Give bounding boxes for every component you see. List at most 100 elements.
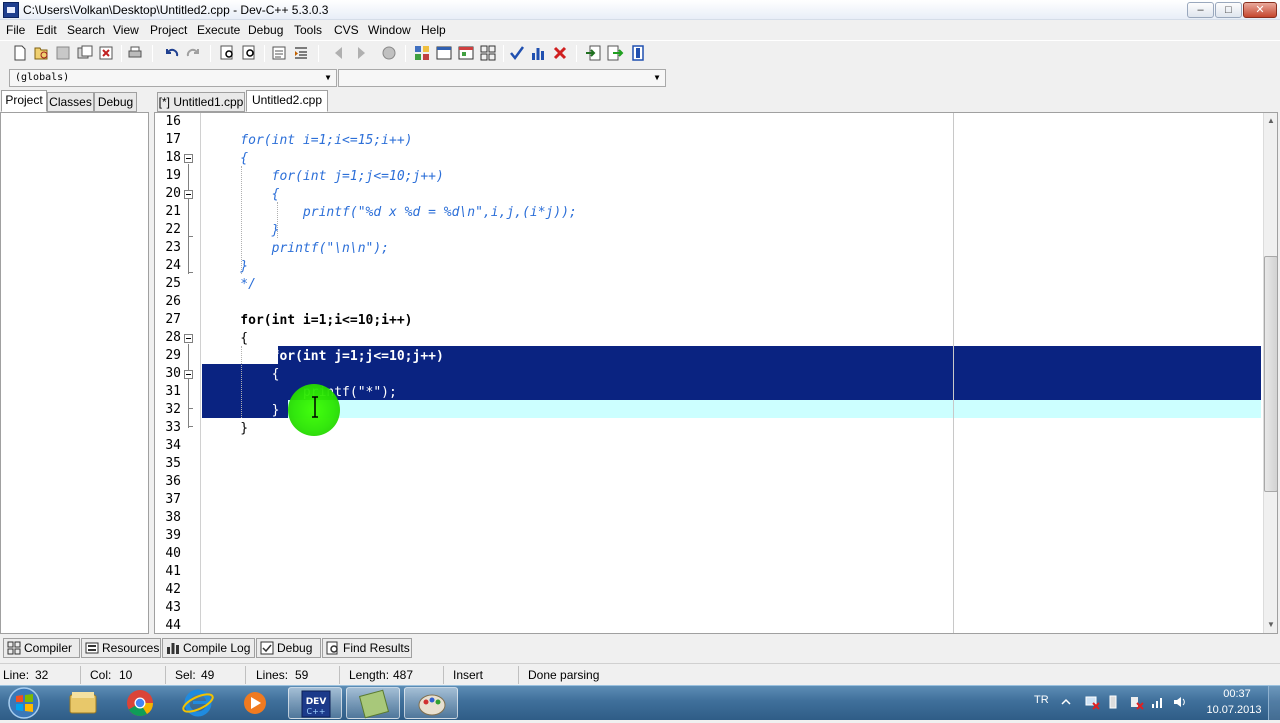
indent-icon[interactable] bbox=[292, 44, 310, 62]
code-editor[interactable]: 16 17 18 19 20 21 22 23 24 25 26 27 28 29 30 31 32 33 34 35… bbox=[154, 112, 1278, 634]
menu-cvs[interactable]: CVS bbox=[334, 23, 359, 37]
replace-icon[interactable] bbox=[241, 44, 259, 62]
compiler-grid-icon bbox=[7, 641, 21, 655]
forward-icon[interactable] bbox=[352, 44, 370, 62]
tab-project[interactable]: Project bbox=[1, 90, 47, 112]
window-title: C:\Users\Volkan\Desktop\Untitled2.cpp - … bbox=[23, 3, 329, 17]
clock-time[interactable]: 00:37 bbox=[1214, 688, 1260, 700]
goto-icon[interactable] bbox=[270, 44, 288, 62]
save-all-icon[interactable] bbox=[76, 44, 94, 62]
line-number: 33 bbox=[165, 420, 181, 435]
undo-icon[interactable] bbox=[163, 44, 181, 62]
redo-icon[interactable] bbox=[184, 44, 202, 62]
menu-tools[interactable]: Tools bbox=[294, 23, 322, 37]
tab-compiler[interactable]: Compiler bbox=[3, 638, 80, 658]
status-bar: Line: 32 Col: 10 Sel: 49 Lines: 59 Lengt… bbox=[0, 663, 1280, 685]
network-icon[interactable] bbox=[1084, 694, 1100, 710]
editor-tab-untitled1[interactable]: [*] Untitled1.cpp bbox=[157, 92, 245, 112]
find-icon[interactable] bbox=[219, 44, 237, 62]
internet-explorer-icon[interactable] bbox=[171, 687, 225, 719]
paint-icon[interactable] bbox=[404, 687, 458, 719]
chart-icon[interactable] bbox=[529, 44, 547, 62]
toggle-comment-icon[interactable] bbox=[380, 44, 398, 62]
line-number: 23 bbox=[165, 240, 181, 255]
menu-window[interactable]: Window bbox=[368, 23, 411, 37]
language-indicator[interactable]: TR bbox=[1034, 694, 1049, 706]
scope-combo-value: (globals) bbox=[15, 72, 70, 83]
media-player-icon[interactable] bbox=[228, 687, 282, 719]
devcpp-icon[interactable]: DEV C++ bbox=[288, 687, 342, 719]
scroll-up-icon[interactable]: ▲ bbox=[1263, 113, 1277, 129]
minimize-button[interactable]: – bbox=[1187, 2, 1214, 18]
menu-edit[interactable]: Edit bbox=[36, 23, 57, 37]
project-tree-panel[interactable] bbox=[0, 112, 149, 634]
import-icon[interactable] bbox=[584, 44, 602, 62]
save-icon[interactable] bbox=[54, 44, 72, 62]
scrollbar-thumb[interactable] bbox=[1264, 256, 1277, 492]
menu-project[interactable]: Project bbox=[150, 23, 187, 37]
notepad-icon[interactable] bbox=[346, 687, 400, 719]
scroll-down-icon[interactable]: ▼ bbox=[1263, 617, 1277, 633]
menu-execute[interactable]: Execute bbox=[197, 23, 240, 37]
print-icon[interactable] bbox=[126, 44, 144, 62]
status-length-value: 487 bbox=[393, 668, 414, 682]
right-margin-line bbox=[953, 113, 954, 633]
tab-find-results[interactable]: Find Results bbox=[322, 638, 412, 658]
clock-date[interactable]: 10.07.2013 bbox=[1204, 704, 1264, 716]
menu-debug[interactable]: Debug bbox=[248, 23, 283, 37]
back-icon[interactable] bbox=[330, 44, 348, 62]
fold-toggle-icon[interactable] bbox=[184, 190, 193, 199]
devcpp-app-icon bbox=[3, 2, 19, 18]
resources-icon bbox=[85, 642, 99, 654]
usb-device-icon[interactable] bbox=[1106, 694, 1120, 710]
window-icon[interactable] bbox=[457, 44, 475, 62]
menu-help[interactable]: Help bbox=[421, 23, 446, 37]
open-icon[interactable] bbox=[32, 44, 50, 62]
close-button[interactable]: ✕ bbox=[1243, 2, 1277, 18]
tab-compile-log[interactable]: Compile Log bbox=[162, 638, 255, 658]
volume-icon[interactable] bbox=[1172, 694, 1188, 710]
signal-icon[interactable] bbox=[1150, 694, 1166, 710]
line-number: 26 bbox=[165, 294, 181, 309]
fold-toggle-icon[interactable] bbox=[184, 334, 193, 343]
scope-combo-row: (globals) ▼ ▼ bbox=[0, 66, 1280, 90]
chrome-icon[interactable] bbox=[113, 687, 167, 719]
close-file-icon[interactable] bbox=[97, 44, 115, 62]
explorer-icon[interactable] bbox=[56, 687, 110, 719]
tab-debug-output[interactable]: Debug bbox=[256, 638, 321, 658]
menu-file[interactable]: File bbox=[6, 23, 25, 37]
fold-toggle-icon[interactable] bbox=[184, 370, 193, 379]
line-number: 41 bbox=[165, 564, 181, 579]
check-syntax-icon[interactable] bbox=[508, 44, 526, 62]
tab-debug[interactable]: Debug bbox=[94, 92, 137, 112]
class-browser-icon[interactable] bbox=[435, 44, 453, 62]
options-icon[interactable] bbox=[629, 44, 647, 62]
maximize-button[interactable]: □ bbox=[1215, 2, 1242, 18]
status-sel-label: Sel: bbox=[175, 668, 196, 682]
windows-start-icon[interactable] bbox=[4, 686, 44, 720]
delete-icon[interactable] bbox=[551, 44, 569, 62]
menu-view[interactable]: View bbox=[113, 23, 139, 37]
line-number: 30 bbox=[165, 366, 181, 381]
tray-up-arrow-icon[interactable] bbox=[1060, 695, 1072, 709]
member-combo[interactable]: ▼ bbox=[338, 69, 666, 87]
new-file-icon[interactable] bbox=[11, 44, 29, 62]
tab-classes[interactable]: Classes bbox=[47, 92, 94, 112]
bottom-panel-tabs: Compiler Resources Compile Log Debug Fin… bbox=[0, 636, 1280, 660]
action-center-icon[interactable] bbox=[1128, 694, 1144, 710]
tab-resources[interactable]: Resources bbox=[81, 638, 161, 658]
menu-search[interactable]: Search bbox=[67, 23, 105, 37]
tab-debug-output-label: Debug bbox=[277, 641, 313, 655]
tab-find-results-label: Find Results bbox=[343, 641, 410, 655]
new-project-icon[interactable] bbox=[413, 44, 431, 62]
show-desktop-button[interactable] bbox=[1268, 686, 1280, 720]
editor-tab-untitled2[interactable]: Untitled2.cpp bbox=[246, 90, 328, 112]
fold-toggle-icon[interactable] bbox=[184, 154, 193, 163]
layout-icon[interactable] bbox=[479, 44, 497, 62]
export-icon[interactable] bbox=[606, 44, 624, 62]
line-number: 42 bbox=[165, 582, 181, 597]
status-col-label: Col: bbox=[90, 668, 112, 682]
code-line-28: { bbox=[209, 331, 249, 346]
scope-combo[interactable]: (globals) ▼ bbox=[9, 69, 337, 87]
menu-bar: File Edit Search View Project Execute De… bbox=[0, 20, 1280, 40]
